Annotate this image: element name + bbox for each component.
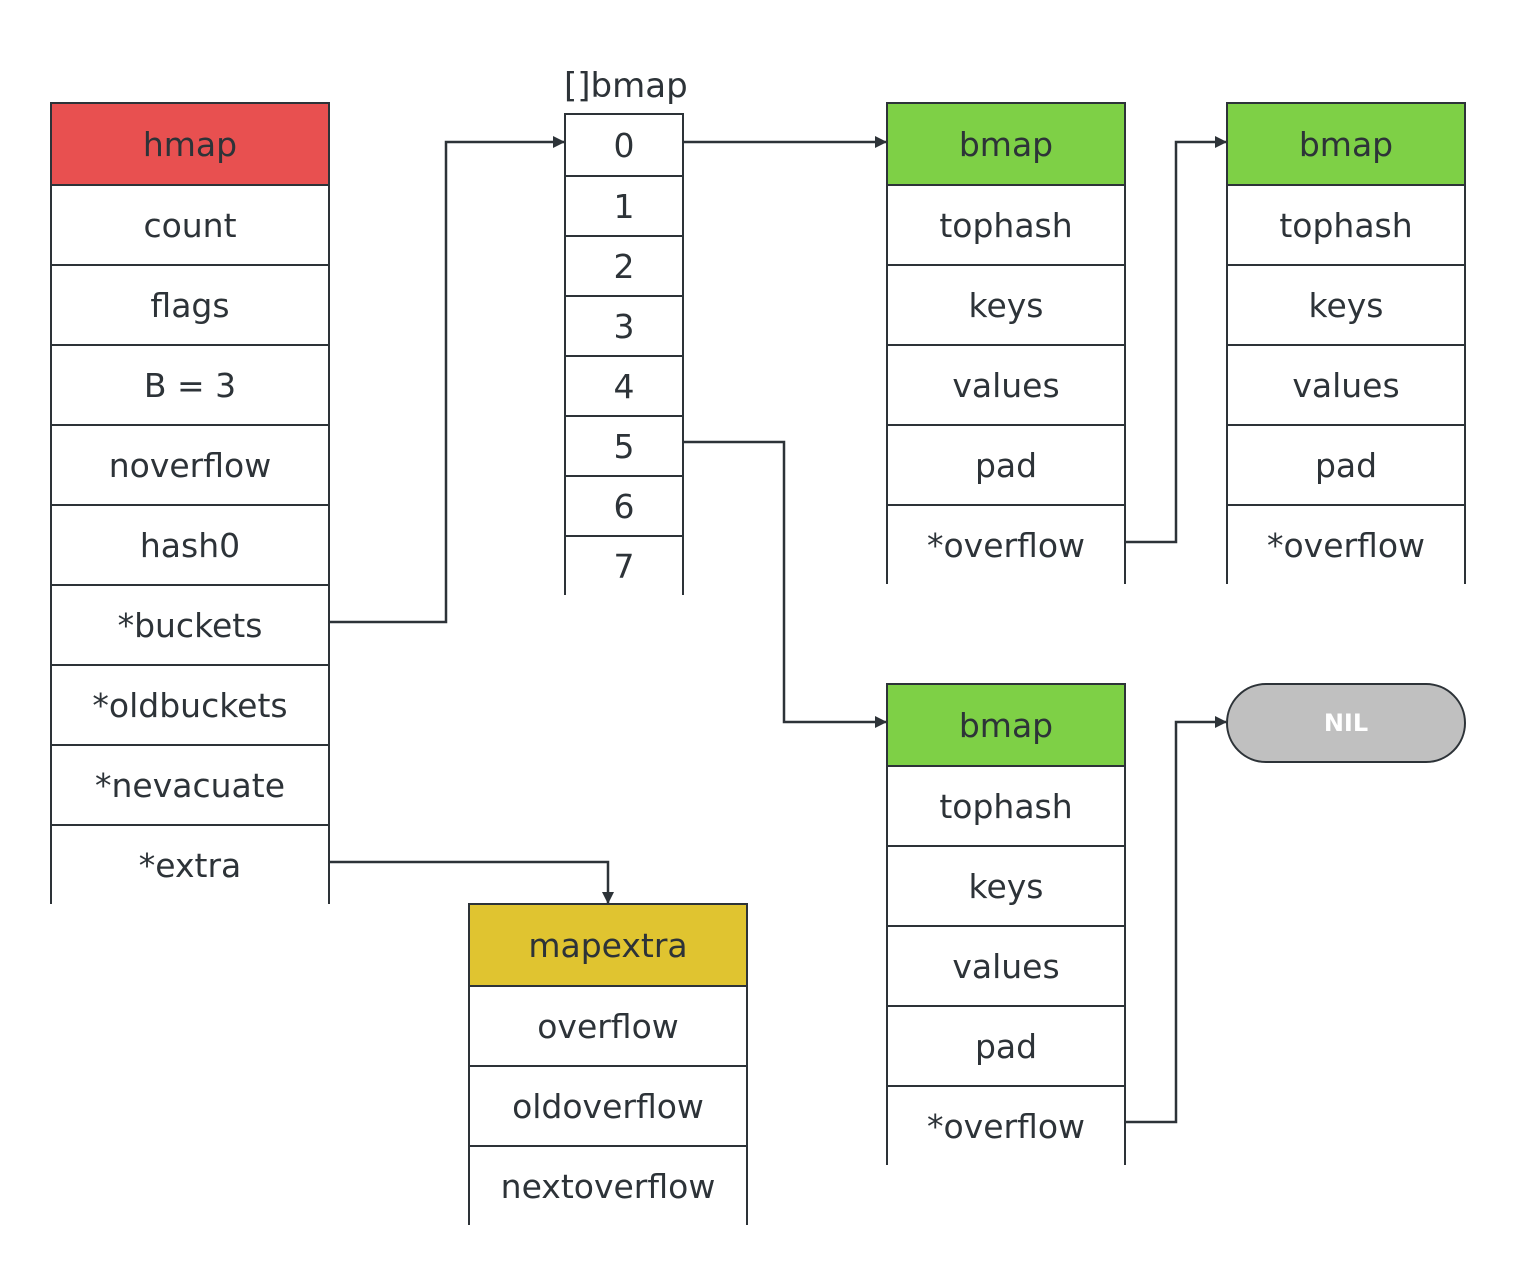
arrow-extra-to-mapextra [330, 860, 614, 904]
hmap-field: *nevacuate [52, 744, 328, 824]
arrow-buckets-to-array [330, 136, 565, 624]
bmap-1-field: values [888, 344, 1124, 424]
arrow-bmap1-overflow-to-bmap2 [1126, 136, 1227, 544]
hmap-header: hmap [52, 104, 328, 184]
bmap-1-header: bmap [888, 104, 1124, 184]
bmap-1-field: keys [888, 264, 1124, 344]
buckets-array-field: 5 [566, 415, 682, 475]
hmap-field: hash0 [52, 504, 328, 584]
bmap-2-field: *overflow [1228, 504, 1464, 584]
bmap-3-field: keys [888, 845, 1124, 925]
mapextra-field: oldoverflow [470, 1065, 746, 1145]
hmap-field: flags [52, 264, 328, 344]
hmap-field: *extra [52, 824, 328, 904]
hmap-field: B = 3 [52, 344, 328, 424]
buckets-array-field: 3 [566, 295, 682, 355]
buckets-array-field: 7 [566, 535, 682, 595]
buckets-array-field: 6 [566, 475, 682, 535]
bmap-3-field: tophash [888, 765, 1124, 845]
arrow-bmap3-overflow-to-nil [1126, 716, 1227, 1124]
buckets-array-field: 0 [566, 115, 682, 175]
mapextra-field: overflow [470, 985, 746, 1065]
hashmap-diagram: []bmap NIL hmap count flags B = 3 noverflow h… [0, 0, 1516, 1273]
hmap-field: *buckets [52, 584, 328, 664]
buckets-array-field: 1 [566, 175, 682, 235]
bmap-3-field: pad [888, 1005, 1124, 1085]
bmap-1-field: pad [888, 424, 1124, 504]
bmap-3-field: *overflow [888, 1085, 1124, 1165]
bmap-3-struct: bmap tophash keys values pad *overflow [886, 683, 1126, 1165]
buckets-array-field: 2 [566, 235, 682, 295]
bmap-3-header: bmap [888, 685, 1124, 765]
hmap-field: noverflow [52, 424, 328, 504]
arrow-slot5-to-bmap [684, 440, 887, 728]
bmap-1-field: *overflow [888, 504, 1124, 584]
buckets-array-struct: 01234567 [564, 113, 684, 595]
bmap-2-header: bmap [1228, 104, 1464, 184]
bmap-2-field: tophash [1228, 184, 1464, 264]
bmap-2-field: keys [1228, 264, 1464, 344]
bmap-2-struct: bmap tophash keys values pad *overflow [1226, 102, 1466, 584]
bmap-2-field: values [1228, 344, 1464, 424]
buckets-array-field: 4 [566, 355, 682, 415]
mapextra-struct: mapextra overflow oldoverflow nextoverflow [468, 903, 748, 1225]
hmap-field: count [52, 184, 328, 264]
mapextra-field: nextoverflow [470, 1145, 746, 1225]
bmap-1-field: tophash [888, 184, 1124, 264]
hmap-struct: hmap count flags B = 3 noverflow hash0 *bucket… [50, 102, 330, 904]
hmap-field: *oldbuckets [52, 664, 328, 744]
bmap-1-struct: bmap tophash keys values pad *overflow [886, 102, 1126, 584]
mapextra-header: mapextra [470, 905, 746, 985]
bmap-2-field: pad [1228, 424, 1464, 504]
bmap-3-field: values [888, 925, 1124, 1005]
